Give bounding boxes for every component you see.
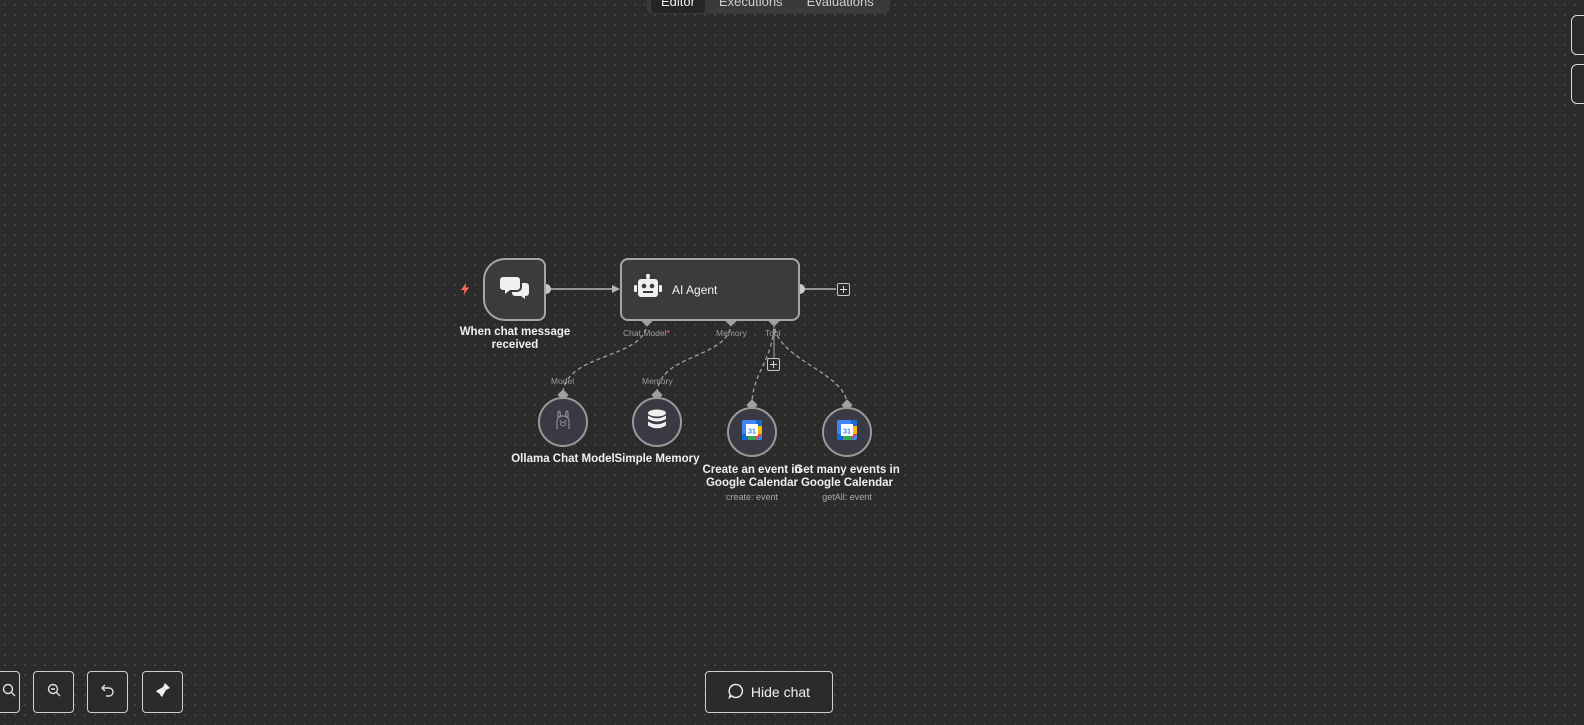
zoom-out-icon [47,683,61,702]
port-label-memory-input: Memory [642,376,673,386]
svg-text:31: 31 [748,428,756,435]
google-calendar-icon: 31 [742,419,762,445]
port-label-chat-model: Chat Model* [623,328,670,338]
hide-chat-label: Hide chat [750,684,811,700]
create-event-subtitle: create: event [725,492,779,502]
get-events-subtitle: getAll: event [822,492,872,502]
port-label-tool: Tool [765,328,781,338]
hide-chat-button[interactable]: Hide chat [705,671,833,713]
llama-icon [554,409,572,435]
connections-layer [541,284,853,411]
ollama-title: Ollama Chat Model [511,453,615,465]
tidy-up-button[interactable] [142,671,183,713]
get-events-title-line2: Google Calendar [800,477,894,489]
google-calendar-icon: 31 [837,419,857,445]
node-chat-trigger[interactable] [483,258,546,321]
broom-icon [155,682,171,703]
node-get-calendar-events[interactable]: 31 [822,407,872,457]
database-icon [647,409,667,436]
port-label-model: Model [551,376,575,386]
trigger-title-line2: received [491,339,539,351]
port-label-chat-model-text: Chat Model [623,328,667,338]
connection-arrow [612,285,620,293]
plus-icon [770,361,777,368]
zoom-in-button[interactable] [0,671,20,713]
port-label-memory: Memory [716,328,747,338]
tool-connection-getall[interactable] [773,321,848,406]
node-create-calendar-event[interactable]: 31 [727,407,777,457]
trigger-title-line1: When chat message [459,326,571,338]
chat-bubbles-icon [499,274,530,305]
trigger-bolt-icon [460,282,470,300]
node-ai-agent[interactable]: AI Agent [620,258,800,321]
create-event-title: Create an event in Google Calendar [697,464,807,490]
add-output-node-button[interactable] [837,283,850,296]
create-event-title-line2: Google Calendar [705,477,799,489]
svg-text:31: 31 [843,428,851,435]
get-events-title-line1: Get many events in [794,464,900,476]
get-events-title: Get many events in Google Calendar [792,464,902,490]
zoom-out-button[interactable] [33,671,74,713]
ai-agent-title: AI Agent [672,282,718,297]
undo-icon [100,683,115,702]
undo-button[interactable] [87,671,128,713]
create-event-title-line1: Create an event in [702,464,802,476]
chat-bubble-icon [728,683,744,702]
robot-icon [634,274,662,305]
simple-memory-title: Simple Memory [614,453,700,465]
zoom-in-icon [2,683,16,702]
trigger-title: When chat message received [455,326,575,352]
node-ollama-chat-model[interactable] [538,397,588,447]
add-tool-button[interactable] [767,358,780,371]
required-marker: * [666,328,670,338]
plus-icon [840,286,847,293]
node-simple-memory[interactable] [632,397,682,447]
